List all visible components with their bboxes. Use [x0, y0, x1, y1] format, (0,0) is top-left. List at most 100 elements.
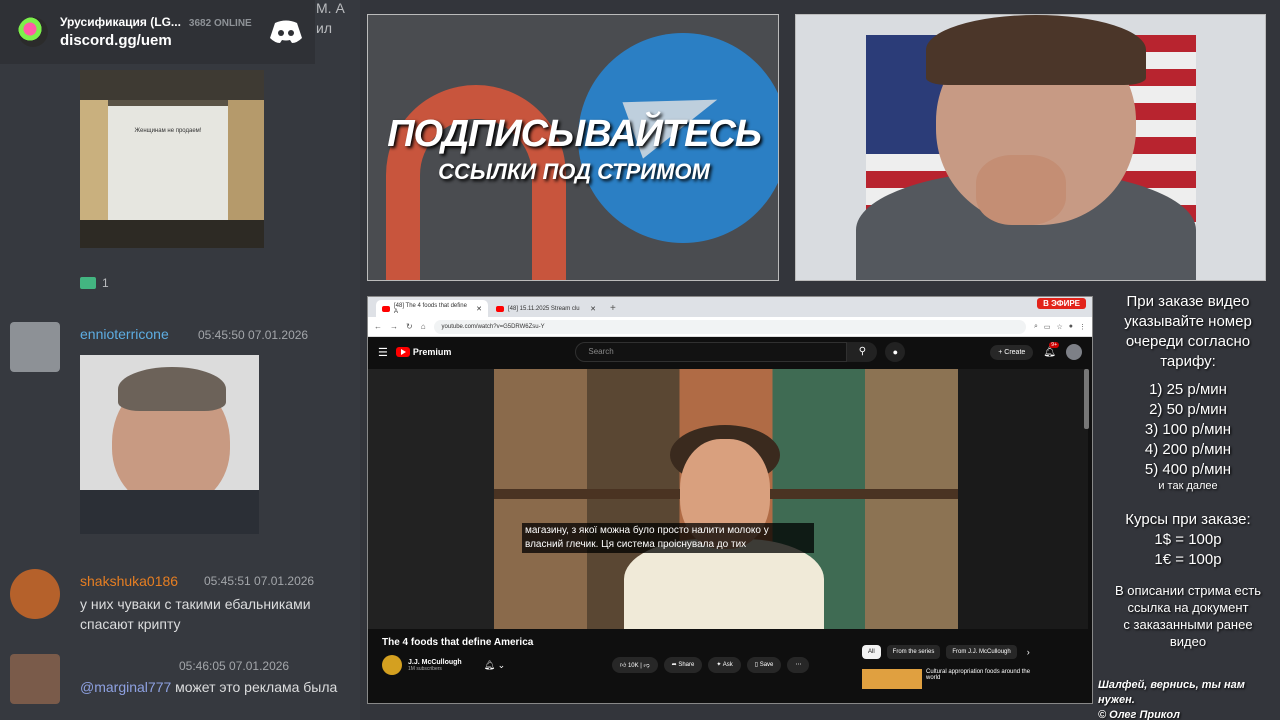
chip-all[interactable]: All — [862, 645, 881, 659]
scrollbar[interactable] — [1084, 369, 1089, 429]
search-input[interactable]: Search — [575, 342, 848, 362]
subtitles: магазину, з якої можна було просто налит… — [522, 523, 814, 553]
new-tab-button[interactable]: + — [610, 303, 616, 314]
bell-icon[interactable]: 🔔︎ 9+ — [1043, 341, 1059, 358]
search-icon[interactable]: ⚲ — [847, 342, 878, 362]
star-icon[interactable]: ☆ — [1056, 323, 1062, 331]
banner-title: ПОДПИСЫВАЙТЕСЬ — [387, 113, 762, 155]
video-thumbnail[interactable] — [862, 669, 922, 689]
message-text: у них чуваки с такими ебальниками спасаю… — [80, 596, 311, 632]
youtube-logo[interactable]: Premium — [395, 347, 451, 357]
extension-icon[interactable]: ● — [1069, 323, 1073, 331]
recommended-title: Cultural appropriation foods around the … — [926, 669, 1031, 681]
video-title: The 4 foods that define America — [382, 637, 534, 648]
video-player[interactable] — [494, 369, 958, 629]
address-bar: ← → ↻ ⌂ youtube.com/watch?v=G5DRW6Zsu-Y … — [368, 317, 1092, 337]
like-button[interactable]: 👍︎ 10K | 👎︎ — [612, 657, 658, 673]
back-icon[interactable]: ← — [374, 322, 382, 331]
url-input[interactable]: youtube.com/watch?v=G5DRW6Zsu-Y — [433, 319, 1026, 334]
video-actions: 👍︎ 10K | 👎︎ ➦ Share ✦ Ask ▯ Save ⋯ — [612, 657, 810, 673]
avatar[interactable] — [1066, 344, 1082, 360]
tab-stream[interactable]: [48] 15.11.2025 Stream clu ✕ — [490, 300, 602, 317]
save-button[interactable]: ▯ Save — [746, 657, 782, 673]
bell-icon[interactable]: 🔔︎ ⌄ — [484, 660, 505, 671]
avatar[interactable] — [10, 322, 60, 372]
tariff: 2) 50 р/мин — [1149, 401, 1227, 418]
reaction[interactable]: 1 — [80, 276, 109, 290]
rates-title: Курсы при заказе: — [1125, 511, 1251, 528]
tariff: 1) 25 р/мин — [1149, 381, 1227, 398]
video-background — [958, 369, 1088, 629]
invite-link[interactable]: discord.gg/uem — [60, 32, 269, 49]
discord-chat-panel: Урусификация (LG... 3682 ONLINE discord.… — [0, 0, 360, 720]
desc-line: ссылка на документ — [1127, 600, 1249, 615]
extensions: ⌕ ▭ ☆ ● ⋮ — [1034, 323, 1086, 331]
close-icon[interactable]: ✕ — [476, 305, 482, 313]
message-text: @marginal777 может это реклама была — [80, 679, 338, 695]
youtube-icon — [496, 305, 504, 312]
mic-icon[interactable]: ● — [885, 342, 906, 362]
hamburger-icon[interactable]: ☰ — [378, 346, 388, 359]
discord-icon — [269, 19, 303, 45]
credit-text: Шалфей, вернись, ты нам нужен. © Олег Пр… — [1098, 679, 1245, 720]
youtube-header: ☰ Premium Search ⚲ ● + Create 🔔︎ 9+ — [368, 337, 1092, 367]
info-line: очереди согласно — [1125, 333, 1251, 350]
online-count: 3682 ONLINE — [188, 18, 252, 29]
image-attachment[interactable] — [80, 355, 259, 534]
username[interactable]: shakshuka0186 — [80, 573, 178, 589]
recommended-video[interactable]: Cultural appropriation foods around the … — [862, 669, 1036, 689]
share-button[interactable]: ➦ Share — [663, 657, 703, 673]
clipped-text: ил — [316, 20, 332, 36]
desc-line: с заказанными ранее — [1123, 617, 1253, 632]
notification-count: 9+ — [1049, 341, 1059, 348]
chevron-right-icon[interactable]: › — [1027, 647, 1030, 657]
more-button[interactable]: ⋯ — [787, 657, 810, 673]
create-button[interactable]: + Create — [990, 344, 1034, 360]
reaction-count: 1 — [102, 276, 109, 290]
info-line: тарифу: — [1160, 353, 1216, 370]
subscriber-count: 1M subscribers — [408, 665, 442, 672]
video-background — [368, 369, 494, 629]
zoom-icon[interactable]: ⌕ — [1034, 323, 1038, 331]
desc-line: В описании стрима есть — [1114, 583, 1262, 598]
tariffs-more: и так далее — [1158, 480, 1218, 492]
channel-info: J.J. McCullough 1M subscribers 🔔︎ ⌄ — [382, 655, 505, 675]
image-attachment[interactable]: Женщинам не продаем! — [80, 70, 264, 248]
chip-series[interactable]: From the series — [886, 645, 941, 659]
youtube-icon — [382, 305, 390, 312]
webcam-feed — [795, 14, 1266, 281]
tab-youtube-video[interactable]: [48] The 4 foods that define A ✕ — [376, 300, 488, 317]
subscribe-banner: ПОДПИСЫВАЙТЕСЬ ССЫЛКИ ПОД СТРИМОМ — [367, 14, 779, 281]
cast-icon[interactable]: ▭ — [1044, 323, 1051, 331]
server-icon — [18, 17, 48, 47]
menu-icon[interactable]: ⋮ — [1079, 323, 1086, 331]
tariff: 4) 200 р/мин — [1144, 441, 1232, 458]
info-line: При заказе видео — [1126, 293, 1250, 310]
discord-server-widget[interactable]: Урусификация (LG... 3682 ONLINE discord.… — [0, 0, 315, 64]
rate: 1$ = 100р — [1154, 531, 1222, 548]
tariff: 3) 100 р/мин — [1144, 421, 1232, 438]
chip-channel[interactable]: From J.J. McCullough — [946, 645, 1017, 659]
mention[interactable]: @marginal777 — [80, 679, 171, 695]
reload-icon[interactable]: ↻ — [406, 322, 413, 331]
tab-bar: [48] The 4 foods that define A ✕ [48] 15… — [368, 297, 1092, 317]
username[interactable]: ennioterricone — [80, 326, 169, 342]
browser-window: [48] The 4 foods that define A ✕ [48] 15… — [367, 296, 1093, 704]
forward-icon[interactable]: → — [390, 322, 398, 331]
clipped-text: М. А — [316, 0, 345, 16]
banner-subtitle: ССЫЛКИ ПОД СТРИМОМ — [438, 159, 710, 184]
youtube-icon — [395, 347, 410, 357]
tariff: 5) 400 р/мин — [1144, 461, 1232, 478]
channel-name[interactable]: J.J. McCullough — [408, 659, 462, 666]
home-icon[interactable]: ⌂ — [421, 322, 426, 331]
avatar[interactable] — [10, 569, 60, 619]
server-name: Урусификация (LG... — [60, 15, 181, 29]
avatar[interactable] — [10, 654, 60, 704]
emoji-icon — [80, 277, 96, 289]
channel-avatar[interactable] — [382, 655, 402, 675]
close-icon[interactable]: ✕ — [590, 305, 596, 313]
ask-button[interactable]: ✦ Ask — [708, 657, 741, 673]
info-line: указывайте номер — [1124, 313, 1252, 330]
recommendation-chips: All From the series From J.J. McCullough… — [862, 645, 1030, 659]
like-icon: 👍︎ — [620, 663, 628, 669]
